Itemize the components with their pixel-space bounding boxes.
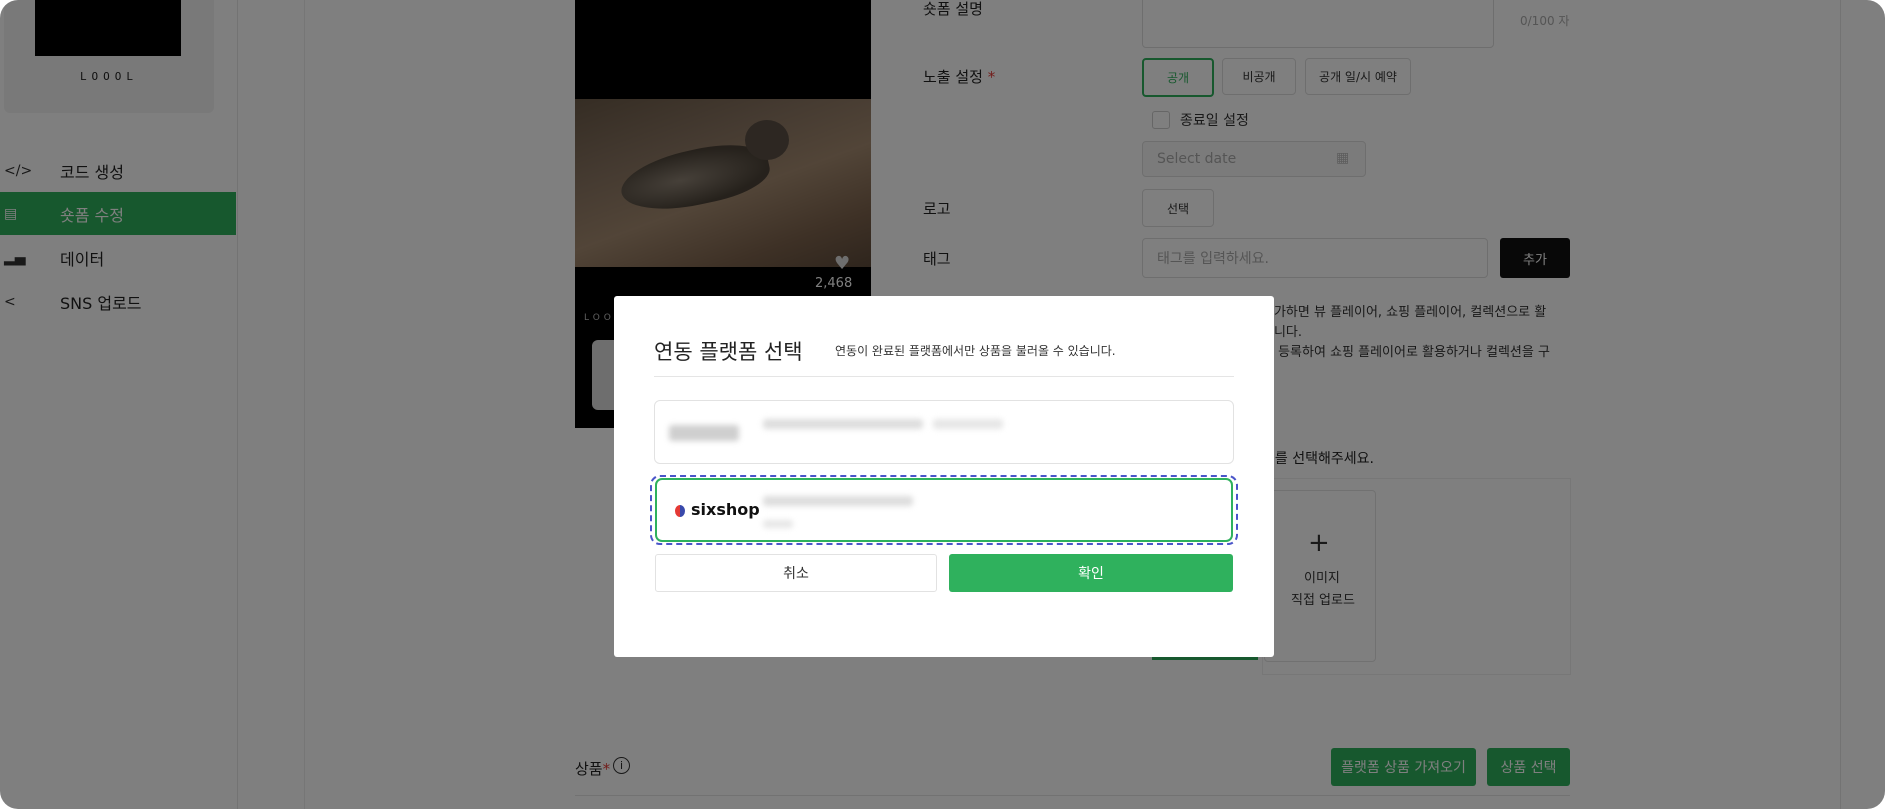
platform-option-1[interactable] — [654, 400, 1234, 464]
platform-meta-redacted — [933, 419, 1003, 429]
modal-subtitle: 연동이 완료된 플랫폼에서만 상품을 불러올 수 있습니다. — [835, 344, 1116, 358]
platform-account-redacted — [763, 419, 923, 429]
platform-meta-redacted — [763, 520, 793, 528]
modal-title: 연동 플랫폼 선택 — [654, 340, 803, 364]
sixshop-wordmark: sixshop — [691, 500, 760, 519]
confirm-button[interactable]: 확인 — [949, 554, 1233, 592]
modal-divider — [654, 376, 1234, 377]
platform-logo-redacted — [669, 425, 739, 441]
cancel-button[interactable]: 취소 — [655, 554, 937, 592]
platform-account-redacted — [763, 496, 913, 506]
platform-option-sixshop[interactable]: sixshop — [655, 478, 1233, 542]
platform-select-modal: 연동 플랫폼 선택 연동이 완료된 플랫폼에서만 상품을 불러올 수 있습니다.… — [614, 296, 1274, 657]
sixshop-logo-icon — [675, 505, 685, 517]
